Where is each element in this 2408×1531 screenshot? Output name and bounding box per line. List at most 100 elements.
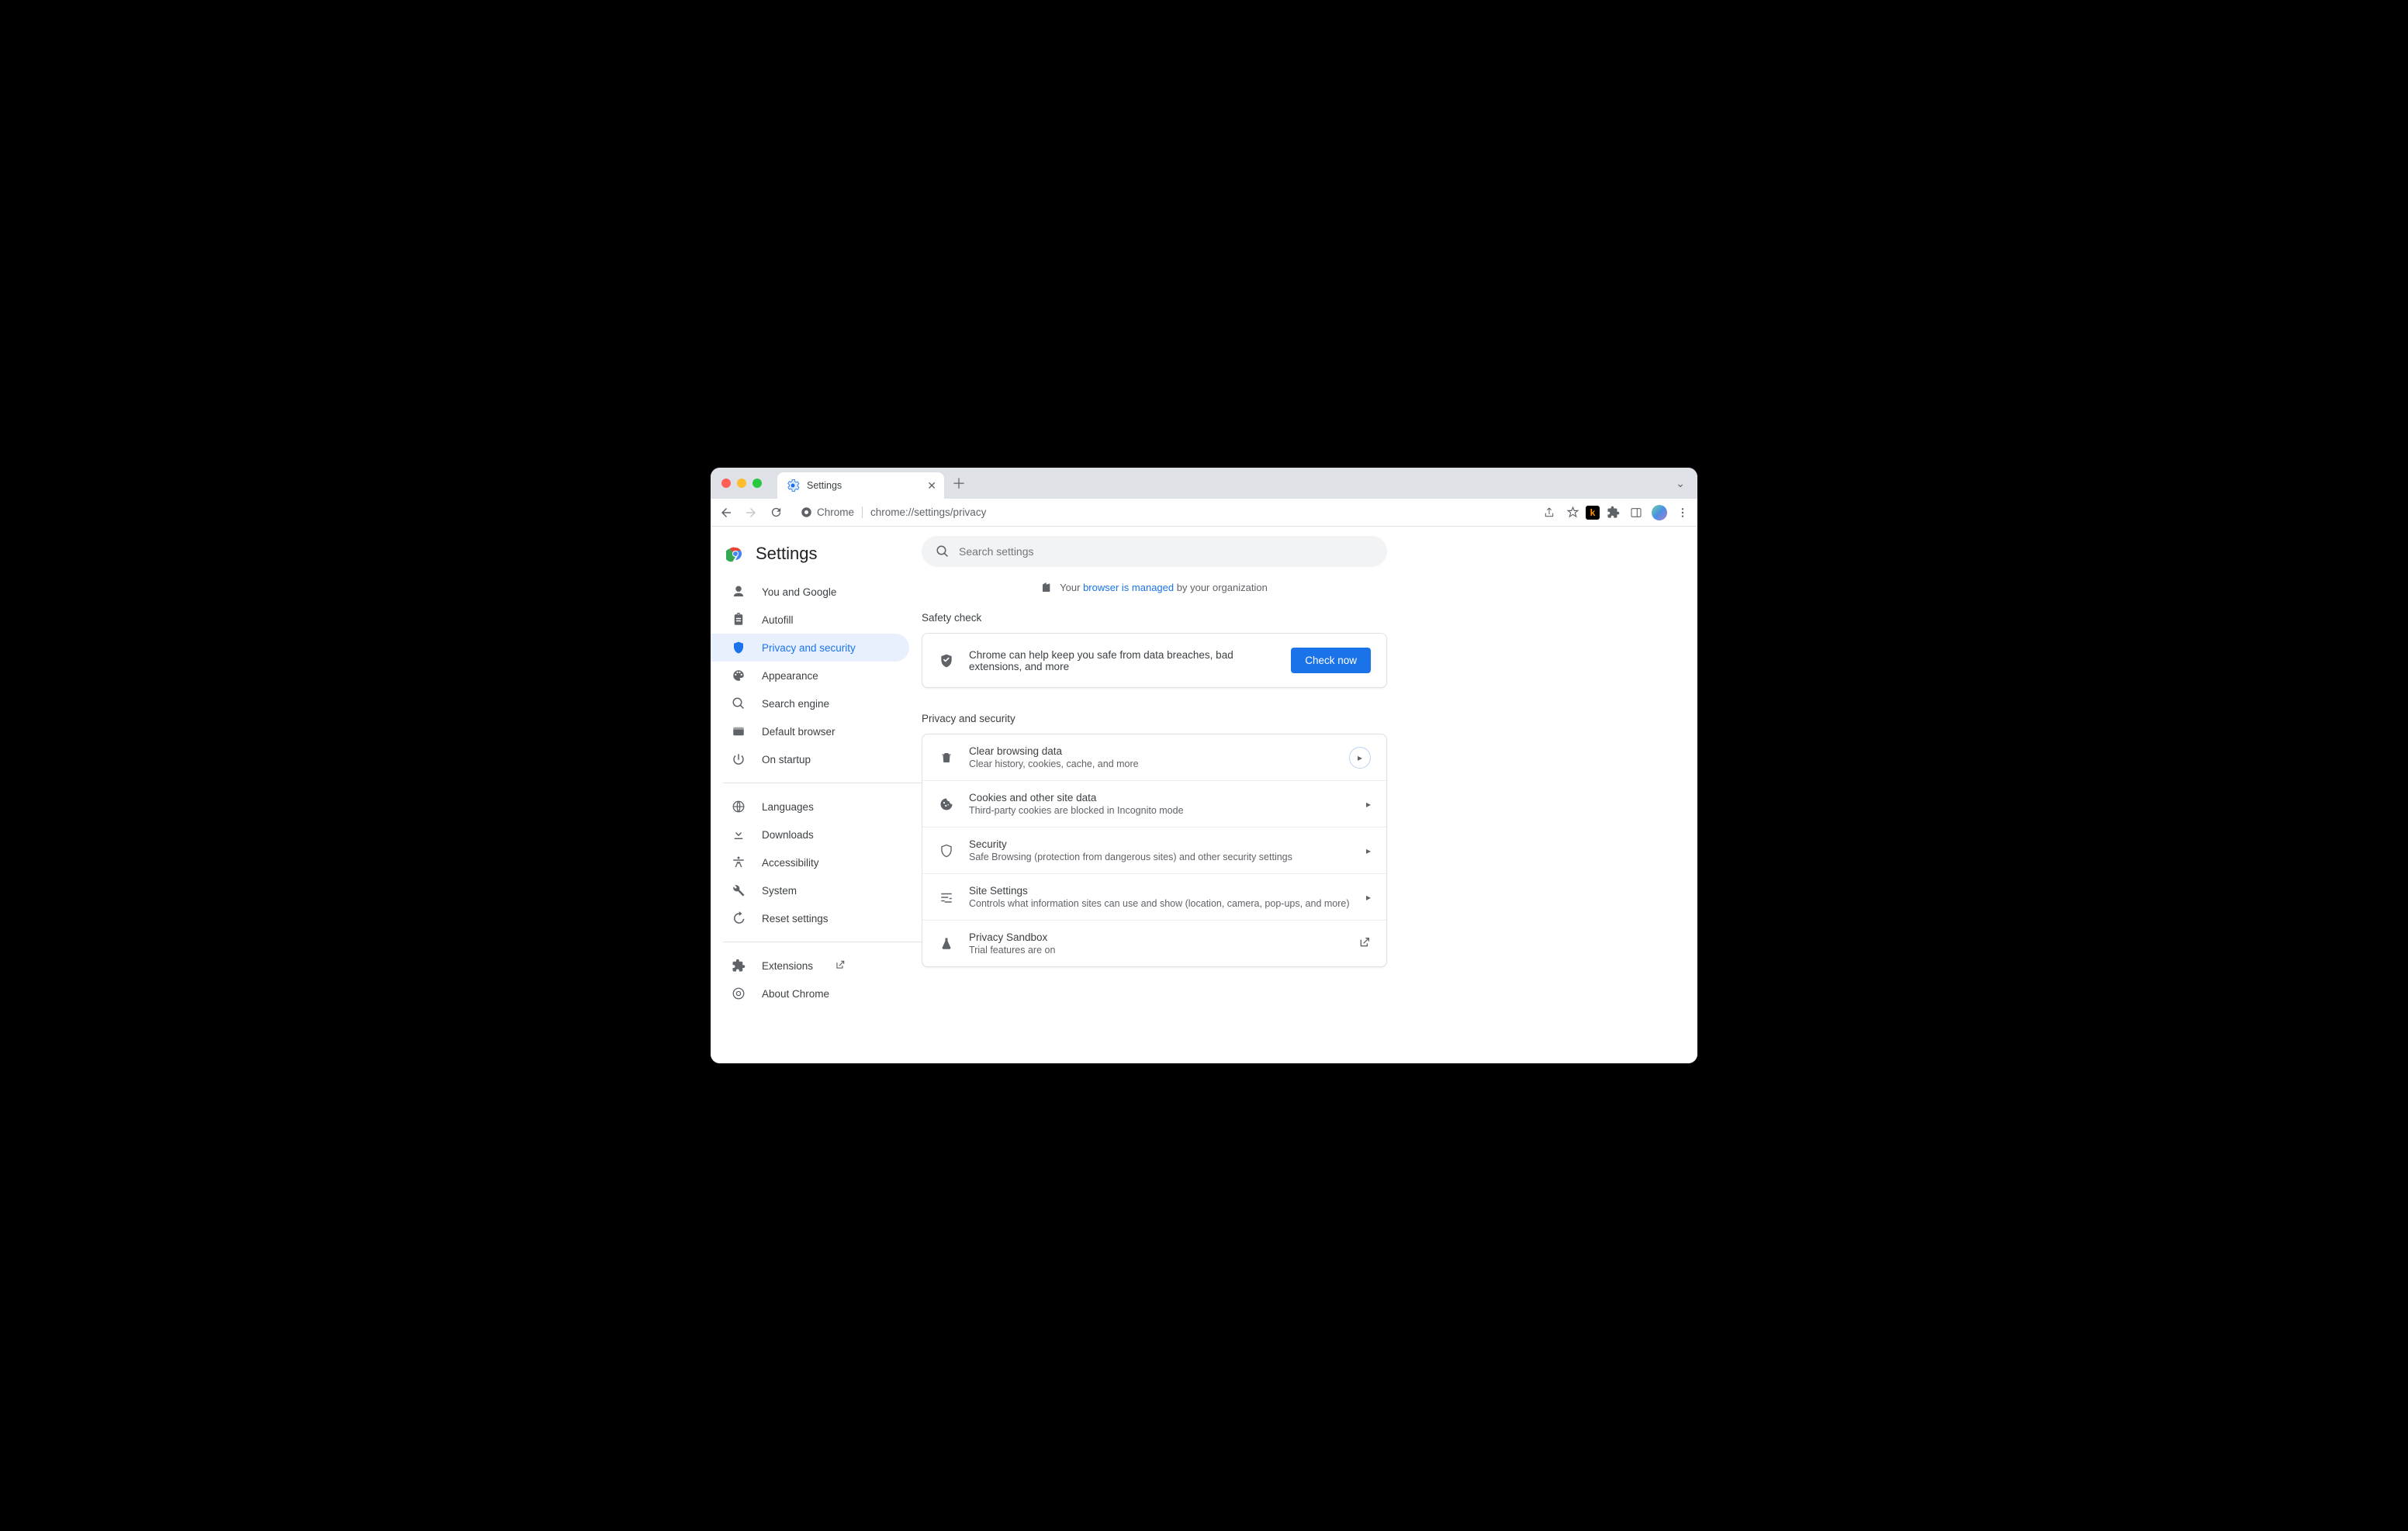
clipboard-icon: [732, 613, 746, 627]
sidebar-item-downloads[interactable]: Downloads: [711, 821, 909, 848]
row-sub: Trial features are on: [969, 945, 1344, 956]
menu-button[interactable]: [1673, 503, 1693, 523]
check-now-button[interactable]: Check now: [1291, 648, 1371, 673]
extensions-button[interactable]: [1603, 503, 1623, 523]
maximize-window-button[interactable]: [752, 479, 762, 488]
sidebar-item-label: Languages: [762, 801, 814, 813]
download-icon: [732, 828, 746, 842]
chevron-right-icon: ▸: [1366, 845, 1371, 856]
shield-check-icon: [939, 653, 954, 669]
chevron-right-icon: ▸: [1349, 747, 1371, 769]
managed-link[interactable]: browser is managed: [1083, 582, 1174, 593]
sidebar-item-label: System: [762, 885, 797, 897]
share-button[interactable]: [1539, 503, 1559, 523]
chevron-right-icon: ▸: [1366, 799, 1371, 810]
external-link-icon: [1358, 936, 1371, 951]
cookie-icon: [939, 797, 953, 811]
row-security[interactable]: Security Safe Browsing (protection from d…: [922, 827, 1386, 873]
url-text: chrome://settings/privacy: [863, 506, 994, 518]
toolbar: Chrome chrome://settings/privacy k: [711, 499, 1697, 527]
main-panel: Your browser is managed by your organiza…: [922, 527, 1697, 1063]
back-button[interactable]: [715, 502, 737, 524]
tab-settings[interactable]: Settings ✕: [777, 472, 944, 499]
trash-icon: [939, 751, 953, 765]
window-controls: [721, 479, 762, 488]
shield-icon: [939, 844, 953, 858]
safety-check-heading: Safety check: [922, 612, 1387, 624]
arrow-left-icon: [719, 506, 733, 520]
sidebar-item-you-and-google[interactable]: You and Google: [711, 578, 909, 606]
globe-icon: [732, 800, 746, 814]
profile-button[interactable]: [1649, 503, 1669, 523]
row-privacy-sandbox[interactable]: Privacy Sandbox Trial features are on: [922, 920, 1386, 966]
safety-check-card: Chrome can help keep you safe from data …: [922, 633, 1387, 688]
managed-text-post: by your organization: [1177, 582, 1268, 593]
row-cookies[interactable]: Cookies and other site dataThird-party c…: [922, 780, 1386, 827]
reload-button[interactable]: [765, 502, 787, 524]
row-title: Security: [969, 838, 1352, 850]
sidebar-item-languages[interactable]: Languages: [711, 793, 909, 821]
browser-window: Settings ✕ ＋ ⌄ Chrome chrome://settings/…: [711, 468, 1697, 1063]
sidebar-item-search-engine[interactable]: Search engine: [711, 689, 909, 717]
row-clear-browsing-data[interactable]: Clear browsing dataClear history, cookie…: [922, 734, 1386, 780]
row-site-settings[interactable]: Site SettingsControls what information s…: [922, 873, 1386, 920]
external-link-icon: [835, 959, 846, 970]
sidebar-item-on-startup[interactable]: On startup: [711, 745, 909, 773]
tab-title: Settings: [807, 480, 842, 491]
search-input[interactable]: [959, 545, 1373, 558]
sidebar-item-label: Default browser: [762, 726, 836, 738]
close-tab-button[interactable]: ✕: [927, 479, 936, 492]
chrome-outline-icon: [732, 987, 746, 1001]
restore-icon: [732, 911, 746, 925]
sidebar-item-about-chrome[interactable]: About Chrome: [711, 980, 909, 1007]
sidebar-item-autofill[interactable]: Autofill: [711, 606, 909, 634]
forward-button[interactable]: [740, 502, 762, 524]
reload-icon: [770, 506, 783, 519]
extension-kagi[interactable]: k: [1586, 506, 1600, 520]
sidebar-item-default-browser[interactable]: Default browser: [711, 717, 909, 745]
star-icon: [1566, 506, 1579, 519]
minimize-window-button[interactable]: [737, 479, 746, 488]
power-icon: [732, 752, 746, 766]
row-sub: Controls what information sites can use …: [969, 898, 1352, 909]
search-icon: [732, 696, 746, 710]
sidebar: Settings You and Google Autofill Privacy…: [711, 527, 922, 1063]
panel-icon: [1630, 506, 1642, 519]
flask-icon: [939, 937, 953, 951]
row-sub: Safe Browsing (protection from dangerous…: [969, 852, 1352, 862]
chrome-logo-icon: [726, 544, 745, 563]
sidebar-item-label: About Chrome: [762, 988, 829, 1000]
puzzle-icon: [732, 959, 746, 973]
sidebar-item-label: You and Google: [762, 586, 836, 598]
site-chip[interactable]: Chrome: [793, 506, 863, 518]
row-title: Privacy Sandbox: [969, 931, 1344, 943]
side-panel-button[interactable]: [1626, 503, 1646, 523]
bookmark-button[interactable]: [1562, 503, 1583, 523]
privacy-security-card: Clear browsing dataClear history, cookie…: [922, 734, 1387, 967]
sidebar-item-label: Appearance: [762, 670, 818, 682]
address-bar[interactable]: Chrome chrome://settings/privacy: [793, 501, 994, 524]
sidebar-item-reset-settings[interactable]: Reset settings: [711, 904, 909, 932]
sidebar-item-label: Reset settings: [762, 913, 829, 924]
palette-icon: [732, 669, 746, 683]
kebab-icon: [1676, 506, 1689, 519]
sidebar-item-accessibility[interactable]: Accessibility: [711, 848, 909, 876]
search-settings[interactable]: [922, 536, 1387, 567]
tab-strip: Settings ✕ ＋ ⌄: [711, 468, 1697, 499]
puzzle-icon: [1607, 506, 1620, 519]
new-tab-button[interactable]: ＋: [952, 473, 966, 493]
tabs-dropdown-button[interactable]: ⌄: [1669, 477, 1691, 490]
share-icon: [1543, 506, 1555, 519]
accessibility-icon: [732, 855, 746, 869]
sidebar-item-extensions[interactable]: Extensions: [711, 952, 909, 980]
sidebar-item-system[interactable]: System: [711, 876, 909, 904]
row-title: Cookies and other site data: [969, 792, 1352, 804]
sidebar-item-privacy-and-security[interactable]: Privacy and security: [711, 634, 909, 662]
building-icon: [1041, 581, 1054, 593]
close-window-button[interactable]: [721, 479, 731, 488]
search-icon: [936, 544, 950, 558]
arrow-right-icon: [744, 506, 758, 520]
site-chip-label: Chrome: [817, 506, 854, 518]
sidebar-item-appearance[interactable]: Appearance: [711, 662, 909, 689]
row-sub: Third-party cookies are blocked in Incog…: [969, 805, 1352, 816]
